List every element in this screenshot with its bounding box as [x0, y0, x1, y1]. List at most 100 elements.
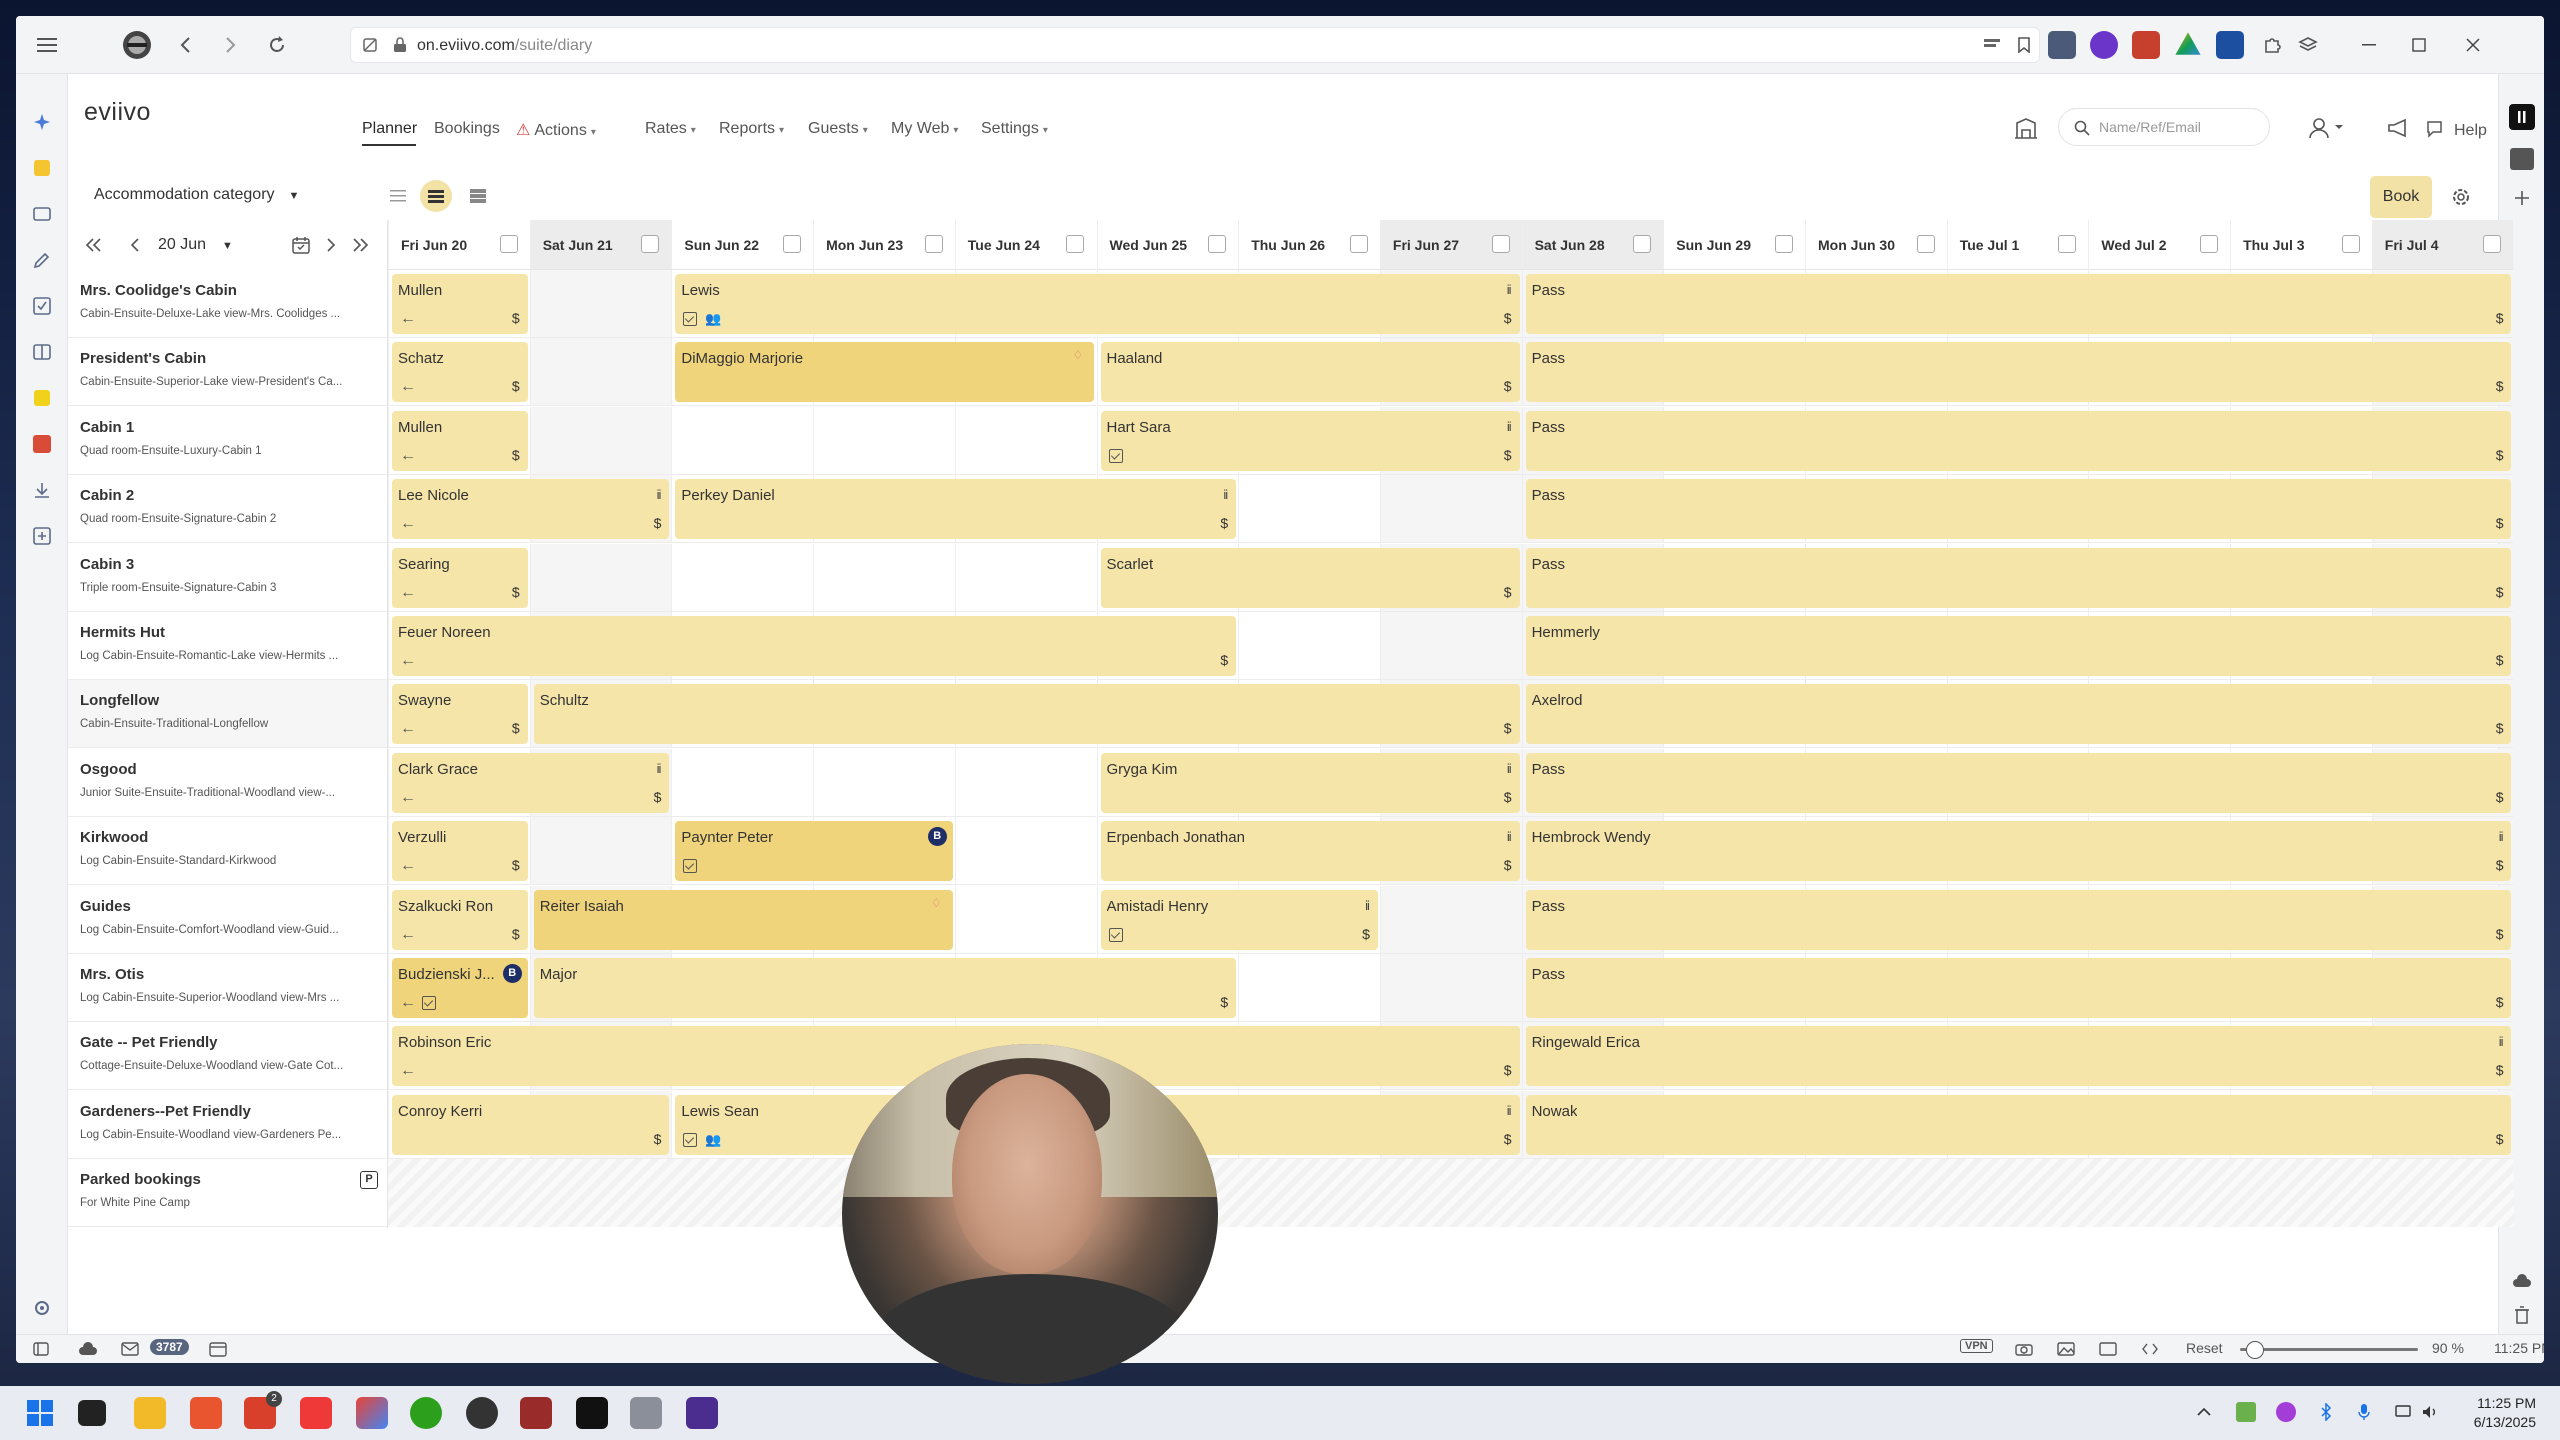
info-icon[interactable]: ii	[1507, 829, 1512, 844]
network-icon[interactable]	[2394, 1402, 2414, 1422]
info-icon[interactable]: ii	[2499, 1034, 2504, 1049]
zoom-slider-handle[interactable]	[2246, 1341, 2264, 1359]
day-header[interactable]: Sun Jun 22	[671, 220, 814, 270]
day-header[interactable]: Mon Jun 23	[813, 220, 955, 270]
info-icon[interactable]: ii	[1507, 419, 1512, 434]
day-cell[interactable]	[671, 406, 814, 475]
calendar-icon[interactable]	[290, 234, 312, 256]
chevron-right-icon[interactable]	[324, 236, 338, 254]
images-icon[interactable]	[2056, 1340, 2076, 1358]
day-header[interactable]: Thu Jul 3	[2230, 220, 2372, 270]
day-cell[interactable]	[1238, 475, 1380, 544]
booking-block[interactable]: Mullen ← $	[392, 274, 528, 334]
booking-block[interactable]: Gryga Kim ii $	[1100, 752, 1520, 813]
tray-chevron-up-icon[interactable]	[2194, 1402, 2214, 1422]
day-select-checkbox[interactable]	[1066, 235, 1085, 253]
day-select-checkbox[interactable]	[1633, 235, 1652, 253]
add-web-panel-icon[interactable]	[2512, 188, 2532, 208]
user-menu-icon[interactable]	[2306, 114, 2346, 142]
extension-calendar-icon[interactable]	[2048, 31, 2076, 59]
booking-block[interactable]: Pass $	[1525, 274, 2512, 334]
booking-block[interactable]: Amistadi Henry ii $	[1100, 889, 1378, 950]
booking-block[interactable]: Clark Grace ii ← $	[392, 752, 670, 813]
booking-block[interactable]: Pass $	[1525, 958, 2512, 1018]
booking-block[interactable]: Paynter Peter B	[675, 821, 953, 882]
info-icon[interactable]: ii	[1507, 761, 1512, 776]
nav-bookings[interactable]: Bookings	[434, 120, 500, 138]
taskbar-app-c-icon[interactable]	[466, 1397, 498, 1429]
day-select-checkbox[interactable]	[2200, 235, 2219, 253]
downloads-icon[interactable]	[30, 478, 54, 502]
windows-start-icon[interactable]	[24, 1397, 56, 1429]
room-label[interactable]: Gardeners--Pet Friendly Log Cabin-Ensuite…	[68, 1091, 388, 1159]
day-header[interactable]: Thu Jun 26	[1238, 220, 1380, 270]
zoom-slider[interactable]	[2240, 1341, 2418, 1359]
booking-block[interactable]: Szalkucki Ron ← $	[392, 889, 528, 950]
address-bar[interactable]: on.eviivo.com/suite/diary	[350, 27, 2040, 63]
booking-block[interactable]: Pass $	[1525, 889, 2512, 950]
booking-block[interactable]: Nowak $	[1525, 1094, 2512, 1155]
reload-icon[interactable]	[262, 30, 292, 60]
property-building-icon[interactable]	[2012, 114, 2040, 142]
room-label[interactable]: Cabin 2 Quad room-Ensuite-Signature-Cabin…	[68, 475, 388, 544]
booking-block[interactable]: Lewis ii 👥 $	[675, 274, 1520, 334]
notes-yellow-icon[interactable]	[30, 156, 54, 180]
room-label[interactable]: Cabin 1 Quad room-Ensuite-Luxury-Cabin 1	[68, 407, 388, 475]
room-label[interactable]: Osgood Junior Suite-Ensuite-Traditional-W…	[68, 749, 388, 817]
booking-block[interactable]: Reiter Isaiah ♢	[533, 889, 953, 950]
taskbar-app-gray-icon[interactable]	[630, 1397, 662, 1429]
day-cell[interactable]	[1238, 954, 1380, 1022]
panel-todoist-icon[interactable]	[30, 432, 54, 456]
room-label[interactable]: President's Cabin Cabin-Ensuite-Superior-…	[68, 338, 388, 407]
nav-settings[interactable]: Settings ▾	[981, 120, 1048, 138]
room-label[interactable]: Longfellow Cabin-Ensuite-Traditional-Long…	[68, 680, 388, 749]
day-cell[interactable]	[1238, 612, 1380, 680]
day-header[interactable]: Fri Jul 4	[2371, 220, 2514, 270]
parked-bookings-area[interactable]	[388, 1159, 2514, 1228]
booking-block[interactable]: Axelrod $	[1525, 684, 2512, 745]
booking-block[interactable]: Pass $	[1525, 547, 2512, 608]
day-header[interactable]: Tue Jul 1	[1946, 220, 2089, 270]
booking-block[interactable]: Conroy Kerri $	[392, 1094, 670, 1155]
search-input[interactable]: Name/Ref/Email	[2099, 119, 2201, 135]
nav-myweb[interactable]: My Web ▾	[891, 120, 958, 138]
booking-block[interactable]: Schultz $	[533, 684, 1520, 745]
day-cell[interactable]	[671, 748, 814, 817]
view-list-standard-icon[interactable]	[420, 180, 452, 212]
booking-block[interactable]: Swayne ← $	[392, 684, 528, 745]
bluetooth-icon[interactable]	[2316, 1402, 2336, 1422]
booking-block[interactable]: Perkey Daniel ii $	[675, 479, 1237, 540]
double-chevron-right-icon[interactable]	[350, 236, 370, 254]
vivaldi-browser-icon[interactable]	[300, 1397, 332, 1429]
day-header[interactable]: Sun Jun 29	[1663, 220, 1805, 270]
day-cell[interactable]	[813, 748, 955, 817]
menu-icon[interactable]	[32, 30, 62, 60]
forward-icon[interactable]	[216, 30, 246, 60]
room-label[interactable]: Mrs. Coolidge's Cabin Cabin-Ensuite-Delux…	[68, 270, 388, 338]
booking-block[interactable]: Feuer Noreen ← $	[392, 616, 1237, 676]
reading-list-icon[interactable]	[30, 340, 54, 364]
profile-avatar-icon[interactable]	[122, 30, 152, 60]
day-select-checkbox[interactable]	[499, 235, 518, 253]
booking-block[interactable]: Ringewald Erica ii $	[1525, 1026, 2512, 1087]
day-cell[interactable]	[671, 543, 814, 612]
day-cell[interactable]	[954, 748, 1097, 817]
day-cell[interactable]	[954, 406, 1097, 475]
booking-block[interactable]: DiMaggio Marjorie ♢	[675, 342, 1095, 403]
booking-block[interactable]: Pass $	[1525, 479, 2512, 540]
nav-guests[interactable]: Guests ▾	[808, 120, 868, 138]
lock-icon[interactable]	[391, 36, 409, 54]
tray-app-purple-icon[interactable]	[2276, 1402, 2296, 1422]
day-select-checkbox[interactable]	[1349, 235, 1368, 253]
booking-block[interactable]: Hemmerly $	[1525, 616, 2512, 676]
day-header[interactable]: Fri Jun 20	[388, 220, 530, 270]
booking-block[interactable]: Hart Sara ii $	[1100, 410, 1520, 471]
layers-icon[interactable]	[2294, 31, 2322, 59]
taskbar-app-red-icon[interactable]	[520, 1397, 552, 1429]
booking-block[interactable]: Hembrock Wendy ii $	[1525, 821, 2512, 882]
extension-q-icon[interactable]	[2090, 31, 2118, 59]
panel-toggle-icon[interactable]	[32, 1340, 50, 1358]
taskbar-app-q-icon[interactable]	[686, 1397, 718, 1429]
panel-app-yellow-icon[interactable]	[30, 386, 54, 410]
taskbar-app-black-icon[interactable]	[576, 1397, 608, 1429]
